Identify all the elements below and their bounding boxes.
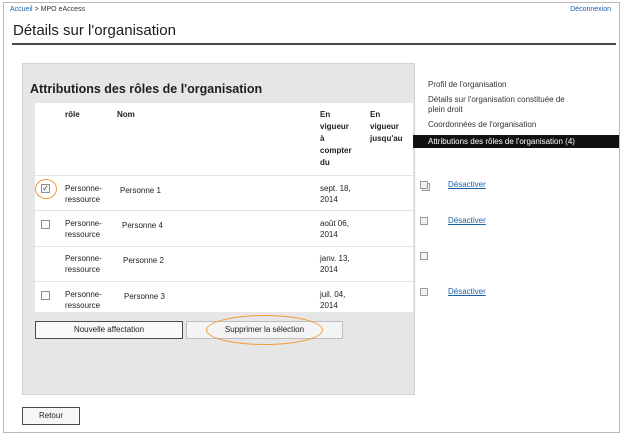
end-date-calendar-icon[interactable] bbox=[420, 252, 428, 260]
start-date-line: janv. 13, bbox=[320, 254, 350, 263]
nav-item-contact[interactable]: Coordonnées de l'organisation bbox=[413, 120, 619, 130]
row-select-checkbox[interactable]: ✓ bbox=[41, 184, 50, 193]
start-date-line: 2014 bbox=[320, 195, 338, 204]
start-date-line: 2014 bbox=[320, 301, 338, 310]
title-divider bbox=[12, 43, 616, 45]
column-header-role: rôle bbox=[65, 110, 80, 119]
breadcrumb-current: MPO eAccess bbox=[40, 6, 86, 13]
deactivate-link[interactable]: Désactiver bbox=[448, 216, 486, 225]
start-date-line: 2014 bbox=[320, 230, 338, 239]
column-header-end-line: vigueur bbox=[370, 122, 399, 131]
name-cell: Personne 4 bbox=[122, 221, 163, 230]
role-line: Personne- bbox=[65, 219, 102, 228]
breadcrumb: Accueil > MPO eAccess bbox=[10, 6, 85, 13]
name-cell: Personne 1 bbox=[120, 186, 161, 195]
name-cell: Personne 2 bbox=[123, 256, 164, 265]
page-frame: Accueil > MPO eAccess Déconnexion Détails … bbox=[3, 2, 620, 433]
column-header-start-line: à bbox=[320, 134, 325, 143]
column-header-start: En vigueur à compter du bbox=[320, 109, 352, 169]
nav-item-details-line: plein droit bbox=[428, 105, 463, 114]
roles-table: rôle Nom En vigueur à compter du En vigu… bbox=[35, 103, 430, 312]
start-date-line: juil. 04, bbox=[320, 290, 346, 299]
role-line: Personne- bbox=[65, 254, 102, 263]
column-header-start-line: vigueur bbox=[320, 122, 349, 131]
name-cell: Personne 3 bbox=[124, 292, 165, 301]
row-select-checkbox[interactable] bbox=[41, 291, 50, 300]
end-date-calendar-icon[interactable] bbox=[420, 181, 428, 189]
start-date-cell: août 06, 2014 bbox=[320, 218, 349, 240]
row-divider bbox=[35, 246, 413, 247]
start-date-cell: janv. 13, 2014 bbox=[320, 253, 350, 275]
role-cell: Personne- ressource bbox=[65, 183, 102, 205]
breadcrumb-home-link[interactable]: Accueil bbox=[10, 6, 33, 13]
role-line: ressource bbox=[65, 301, 101, 310]
new-assignment-button[interactable]: Nouvelle affectation bbox=[35, 321, 183, 339]
row-divider bbox=[35, 210, 413, 211]
row-divider bbox=[35, 281, 413, 282]
start-date-cell: sept. 18, 2014 bbox=[320, 183, 351, 205]
role-line: ressource bbox=[65, 265, 101, 274]
column-header-nom: Nom bbox=[117, 110, 135, 119]
nav-item-role-assignments[interactable]: Attributions des rôles de l'organisation… bbox=[413, 135, 619, 148]
start-date-cell: juil. 04, 2014 bbox=[320, 289, 345, 311]
nav-item-profile[interactable]: Profil de l'organisation bbox=[413, 80, 619, 90]
row-select-checkbox[interactable] bbox=[41, 220, 50, 229]
page-title: Détails sur l'organisation bbox=[13, 22, 176, 39]
top-bar: Accueil > MPO eAccess Déconnexion bbox=[10, 6, 613, 13]
column-header-end-line: jusqu'au bbox=[370, 134, 403, 143]
breadcrumb-separator: > bbox=[34, 6, 39, 13]
role-cell: Personne- ressource bbox=[65, 253, 102, 275]
start-date-line: sept. 18, bbox=[320, 184, 351, 193]
end-date-calendar-icon[interactable] bbox=[420, 288, 428, 296]
role-cell: Personne- ressource bbox=[65, 218, 102, 240]
role-line: Personne- bbox=[65, 290, 102, 299]
back-button[interactable]: Retour bbox=[22, 407, 80, 425]
column-header-start-line: compter bbox=[320, 146, 352, 155]
highlight-ring bbox=[206, 315, 323, 345]
start-date-line: 2014 bbox=[320, 265, 338, 274]
deactivate-link[interactable]: Désactiver bbox=[448, 180, 486, 189]
column-header-end-line: En bbox=[370, 110, 381, 119]
nav-item-details-line: Détails sur l'organisation constituée de bbox=[428, 95, 565, 104]
role-cell: Personne- ressource bbox=[65, 289, 102, 311]
column-header-end: En vigueur jusqu'au bbox=[370, 109, 403, 145]
section-title: Attributions des rôles de l'organisation bbox=[30, 82, 263, 96]
column-header-start-line: du bbox=[320, 158, 330, 167]
row-divider bbox=[35, 175, 413, 176]
column-header-start-line: En bbox=[320, 110, 331, 119]
roles-panel: Attributions des rôles de l'organisation… bbox=[22, 63, 430, 395]
end-date-calendar-icon[interactable] bbox=[420, 217, 428, 225]
logout-link[interactable]: Déconnexion bbox=[570, 6, 611, 13]
deactivate-link[interactable]: Désactiver bbox=[448, 287, 486, 296]
start-date-line: août 06, bbox=[320, 219, 349, 228]
role-line: Personne- bbox=[65, 184, 102, 193]
role-line: ressource bbox=[65, 195, 101, 204]
role-line: ressource bbox=[65, 230, 101, 239]
nav-item-details[interactable]: Détails sur l'organisation constituée de… bbox=[413, 95, 619, 115]
